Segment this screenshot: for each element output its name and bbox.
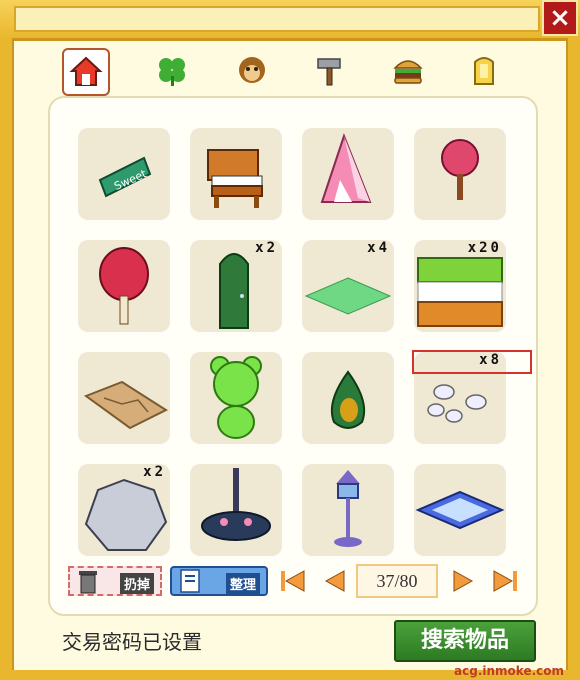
inventory-window: × Sweet x2 x4 x20 x8 x2 扔掉 整理 37/80 交易密码…	[0, 0, 580, 680]
first-page-icon[interactable]	[278, 568, 306, 594]
burger-icon	[393, 60, 423, 84]
trade-password-status: 交易密码已设置	[62, 632, 202, 654]
previous-page-icon[interactable]	[320, 568, 348, 594]
item-slot-cracked-floor-tile[interactable]	[78, 352, 170, 444]
discard-button[interactable]: 扔掉	[68, 566, 162, 596]
item-slot-pink-tent[interactable]	[302, 128, 394, 220]
tab-food[interactable]	[386, 48, 430, 92]
sweet-sign-icon: Sweet	[98, 156, 152, 198]
item-slot-green-bear-topiary[interactable]	[190, 352, 282, 444]
item-slot-white-pebbles[interactable]: x8	[412, 350, 532, 444]
hammer-icon	[317, 58, 341, 86]
item-slot-grass-fence-block[interactable]: x20	[414, 240, 506, 332]
last-page-icon[interactable]	[492, 568, 520, 594]
item-slot-blue-star-mat[interactable]	[414, 464, 506, 556]
page-current: 37	[376, 571, 395, 591]
tab-tools[interactable]	[308, 48, 352, 92]
clover-icon	[159, 58, 185, 86]
item-slot-red-blossom-tree[interactable]	[78, 240, 170, 332]
trash-can-icon	[79, 571, 97, 594]
item-slot-wooden-piano[interactable]	[190, 128, 282, 220]
sort-button[interactable]: 整理	[170, 566, 268, 596]
sort-label: 整理	[225, 573, 260, 594]
tab-special[interactable]	[462, 48, 506, 92]
house-icon	[69, 56, 103, 86]
tab-house[interactable]	[62, 48, 110, 96]
red-tree-icon	[99, 247, 149, 325]
tab-pets[interactable]	[230, 48, 274, 92]
inventory-toolbar: 扔掉 整理 37/80	[66, 564, 536, 600]
right-frame-border	[566, 38, 580, 680]
seed-pod-icon	[330, 370, 366, 429]
left-frame-border	[0, 38, 14, 680]
piano-icon	[207, 149, 263, 208]
item-slot-flower-seed-pod[interactable]	[302, 352, 394, 444]
category-tabs	[50, 40, 530, 96]
search-items-button[interactable]: 搜索物品	[394, 620, 536, 662]
monkey-face-icon	[239, 57, 265, 83]
item-slot-bird-house-lamp[interactable]	[302, 464, 394, 556]
blossom-tree-icon	[441, 139, 479, 200]
page-total: 80	[399, 571, 418, 591]
star-mat-icon	[415, 490, 505, 530]
bear-topiary-icon	[210, 356, 262, 439]
grass-tile-icon	[304, 277, 392, 315]
next-page-icon[interactable]	[450, 568, 478, 594]
item-slot-green-door[interactable]: x2	[190, 240, 282, 332]
item-slot-grass-tile[interactable]: x4	[302, 240, 394, 332]
gold-card-icon	[474, 57, 494, 85]
close-button[interactable]: ×	[542, 0, 578, 36]
green-door-icon	[219, 253, 249, 329]
window-title-bar	[0, 0, 580, 41]
tab-plants[interactable]	[150, 48, 194, 92]
bird-house-icon	[334, 470, 362, 547]
pebbles-icon	[427, 384, 487, 423]
discard-label: 扔掉	[119, 573, 154, 594]
sort-document-icon	[180, 569, 200, 593]
item-slot-sweet-sign[interactable]: Sweet	[78, 128, 170, 220]
inventory-panel: Sweet x2 x4 x20 x8 x2 扔掉 整理 37/80	[48, 96, 538, 616]
cracked-tile-icon	[83, 380, 169, 430]
grass-block-icon	[417, 257, 503, 327]
page-indicator: 37/80	[356, 564, 438, 598]
item-slot-pink-blossom-tree[interactable]	[414, 128, 506, 220]
tent-icon	[320, 133, 372, 203]
watermark: acg.inmoke.com	[454, 664, 564, 678]
item-slot-gray-rock[interactable]: x2	[78, 464, 170, 556]
item-slot-flower-fountain[interactable]	[190, 464, 282, 556]
fountain-icon	[201, 468, 271, 541]
gray-rock-icon	[84, 478, 168, 551]
